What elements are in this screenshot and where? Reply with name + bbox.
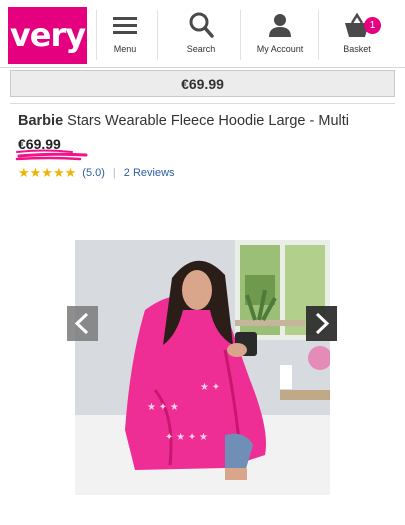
search-label: Search xyxy=(186,44,216,54)
svg-text:✦ ★ ✦ ★: ✦ ★ ✦ ★ xyxy=(165,432,208,443)
product-photo-illustration: ★ ✦ ★ ✦ ★ ✦ ★ ★ ✦ xyxy=(75,240,330,495)
product-name: Stars Wearable Fleece Hoodie Large - Mul… xyxy=(67,113,349,129)
divider xyxy=(10,103,395,104)
my-account-button[interactable]: My Account xyxy=(250,10,310,62)
nav-divider xyxy=(240,10,241,60)
basket-count-badge: 1 xyxy=(364,17,381,34)
svg-text:★ ✦: ★ ✦ xyxy=(200,382,220,393)
search-icon xyxy=(189,12,214,38)
user-icon xyxy=(269,14,291,37)
rating-row: ★★★★★ (5.0) | 2 Reviews xyxy=(18,165,175,181)
hamburger-menu-icon xyxy=(113,17,137,34)
nav-divider xyxy=(318,10,319,60)
my-account-label: My Account xyxy=(256,44,304,54)
product-brand: Barbie xyxy=(18,113,64,129)
site-header: very Menu Search My Account Basket 1 xyxy=(0,0,405,68)
nav-divider xyxy=(96,10,97,60)
product-title: Barbie Stars Wearable Fleece Hoodie Larg… xyxy=(18,113,398,129)
gallery-next-button[interactable] xyxy=(306,306,337,341)
search-button[interactable]: Search xyxy=(172,10,230,62)
sticky-price-bar: €69.99 xyxy=(10,70,395,97)
nav-divider xyxy=(157,10,158,60)
svg-text:★ ✦ ★: ★ ✦ ★ xyxy=(147,402,179,413)
reviews-link[interactable]: 2 Reviews xyxy=(124,167,175,179)
menu-label: Menu xyxy=(113,44,137,54)
basket-label: Basket xyxy=(343,44,371,54)
pink-underline-scribble xyxy=(15,149,88,161)
rating-separator: | xyxy=(112,167,116,179)
rating-score[interactable]: (5.0) xyxy=(82,167,105,179)
menu-button[interactable]: Menu xyxy=(103,10,147,62)
very-logo[interactable]: very xyxy=(8,7,87,64)
gallery-prev-button[interactable] xyxy=(67,306,98,341)
product-image[interactable]: ★ ✦ ★ ✦ ★ ✦ ★ ★ ✦ xyxy=(75,240,330,495)
star-rating-icon: ★★★★★ xyxy=(18,165,77,180)
